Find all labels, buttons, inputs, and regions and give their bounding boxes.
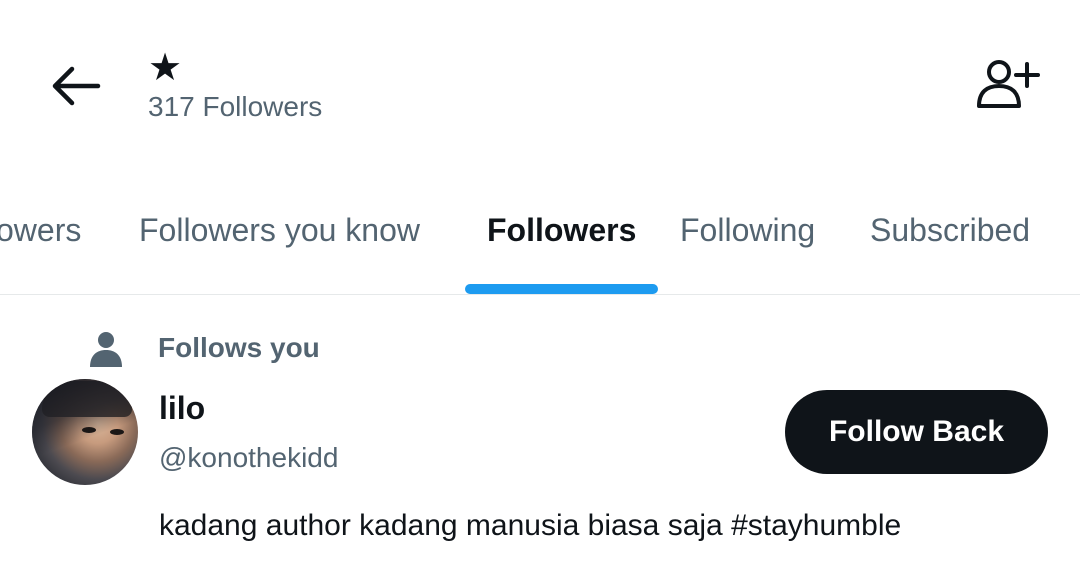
arrow-left-icon xyxy=(52,66,101,106)
follows-you-context: Follows you xyxy=(88,326,320,370)
tab-following[interactable]: Following xyxy=(680,210,815,250)
tab-bar: owers Followers you know Followers Follo… xyxy=(0,190,1080,295)
avatar[interactable] xyxy=(32,379,138,485)
followers-count: 317 Followers xyxy=(148,91,323,122)
person-plus-icon xyxy=(977,60,1040,108)
add-user-button[interactable] xyxy=(968,48,1048,120)
follows-you-label: Follows you xyxy=(158,332,320,363)
tab-subscribed[interactable]: Subscribed xyxy=(870,210,1030,250)
user-display-name[interactable]: lilo xyxy=(159,388,205,428)
header-title-block: ★ 317 Followers xyxy=(148,46,322,124)
tab-verified-followers[interactable]: owers xyxy=(0,210,81,250)
page-title: ★ xyxy=(148,47,183,89)
top-app-bar: ★ 317 Followers xyxy=(0,0,1080,160)
tab-followers[interactable]: Followers xyxy=(487,210,636,250)
user-bio: kadang author kadang manusia biasa saja … xyxy=(159,509,902,542)
active-tab-indicator xyxy=(465,284,658,294)
follow-back-button[interactable]: Follow Back xyxy=(785,390,1048,474)
person-icon xyxy=(88,329,124,367)
user-handle[interactable]: @konothekidd xyxy=(159,440,338,476)
tab-followers-you-know[interactable]: Followers you know xyxy=(139,210,420,250)
back-button[interactable] xyxy=(40,50,112,122)
